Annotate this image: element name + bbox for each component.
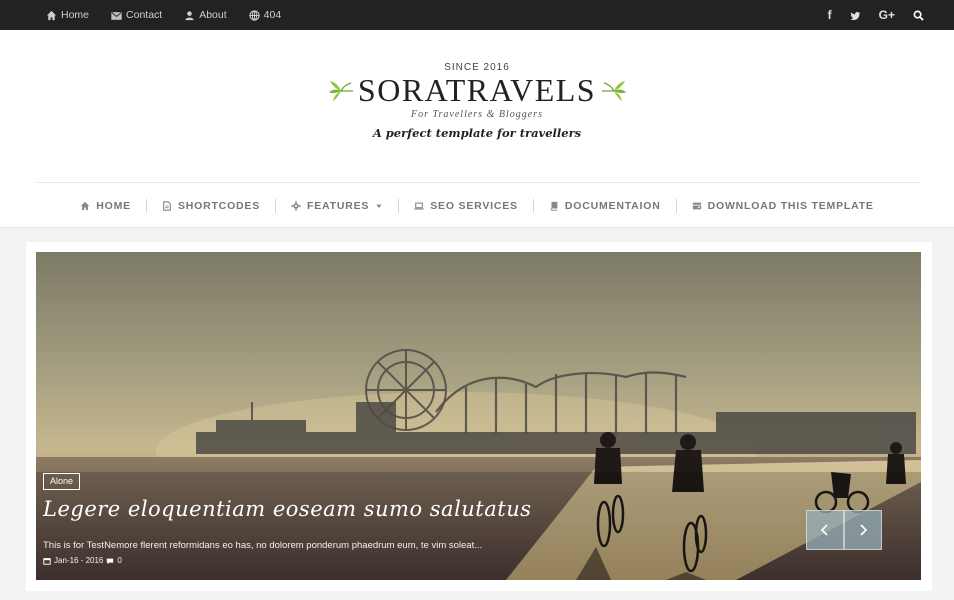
top-link-home[interactable]: Home: [46, 9, 89, 21]
slider-next-button[interactable]: [844, 510, 882, 550]
home-icon: [81, 201, 90, 211]
user-icon: [185, 10, 194, 20]
download-icon: [692, 202, 701, 210]
top-link-404-label: 404: [263, 9, 282, 21]
top-link-about[interactable]: About: [184, 9, 227, 21]
google-plus-icon[interactable]: G+: [879, 0, 895, 30]
book-icon: [550, 201, 558, 211]
slide-comment-count: 0: [117, 556, 122, 565]
nav-item-seo-services[interactable]: SEO SERVICES: [399, 200, 533, 212]
nav-item-shortcodes[interactable]: SHORTCODES: [147, 200, 275, 212]
nav-item-seo-services-label: SEO SERVICES: [430, 200, 518, 212]
slide-label-badge[interactable]: Alone: [43, 473, 81, 490]
facebook-icon[interactable]: f: [828, 0, 832, 30]
slider-prev-button[interactable]: [806, 510, 844, 550]
slide-date: Jan-16 - 2016: [54, 556, 104, 565]
nav-item-documentaion-label: DOCUMENTAION: [564, 200, 661, 212]
top-link-contact[interactable]: Contact: [111, 9, 162, 21]
site-subtag: For Travellers & Bloggers: [411, 109, 543, 120]
nav-item-download-template-label: DOWNLOAD THIS TEMPLATE: [707, 200, 874, 212]
social-links: f G+: [828, 0, 924, 30]
header-divider: [36, 182, 920, 183]
slide-image: [36, 252, 921, 580]
nav-item-documentaion[interactable]: DOCUMENTAION: [534, 200, 676, 212]
laptop-icon: [414, 202, 424, 210]
featured-slide[interactable]: [36, 252, 921, 580]
calendar-icon: [43, 557, 51, 565]
top-link-contact-label: Contact: [126, 9, 163, 21]
nav-item-shortcodes-label: SHORTCODES: [177, 200, 261, 212]
top-bar: Home Contact About 404 f G+: [0, 0, 954, 30]
top-link-404[interactable]: 404: [248, 9, 282, 21]
site-logo[interactable]: SORATRAVELS: [0, 72, 954, 109]
gear-icon: [291, 201, 301, 211]
slide-title[interactable]: Legere eloquentiam eoseam sumo salutatus: [43, 497, 532, 521]
file-icon: [163, 201, 171, 211]
top-link-home-label: Home: [61, 9, 90, 21]
chevron-left-icon: [820, 524, 828, 536]
search-icon[interactable]: [913, 10, 924, 21]
nav-item-home-label: HOME: [96, 200, 131, 212]
slide-meta: Jan-16 - 2016 0: [43, 556, 122, 565]
top-link-about-label: About: [199, 9, 227, 21]
envelope-icon: [111, 11, 122, 20]
top-nav: Home Contact About 404: [46, 0, 281, 30]
main-nav: HOME SHORTCODES FEATURES SEO SERVICES DO…: [0, 195, 954, 217]
site-tagline: A perfect template for travellers: [372, 126, 582, 140]
caret-down-icon: [376, 204, 382, 208]
site-header: SINCE 2016 SORATRAVELS For Travellers & …: [0, 30, 954, 228]
nav-item-download-template[interactable]: DOWNLOAD THIS TEMPLATE: [677, 200, 889, 212]
chevron-right-icon: [860, 524, 868, 536]
nav-item-features[interactable]: FEATURES: [276, 200, 398, 212]
slide-excerpt: This is for TestNemore flerent reformida…: [43, 540, 483, 551]
home-icon: [46, 10, 57, 20]
nav-item-home[interactable]: HOME: [65, 200, 146, 212]
nav-item-features-label: FEATURES: [307, 200, 370, 212]
comment-icon: [107, 558, 114, 564]
twitter-icon[interactable]: [849, 10, 861, 21]
leaf-right-icon: [602, 81, 626, 101]
globe-icon: [248, 9, 260, 21]
